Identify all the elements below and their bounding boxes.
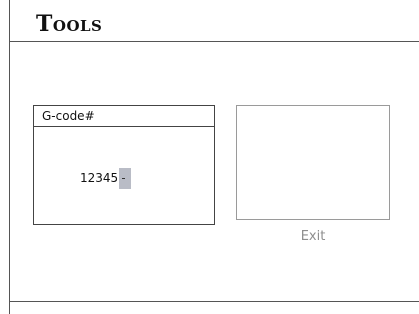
header-bar: Tools [9, 0, 419, 42]
tools-screen: Tools G-code# 12345 Exit [0, 0, 419, 314]
page-title: Tools [36, 11, 103, 37]
gcode-value: 12345 [80, 170, 119, 185]
text-cursor [119, 167, 132, 189]
bottom-divider [9, 301, 419, 302]
gcode-label: G-code# [42, 109, 95, 123]
exit-label[interactable]: Exit [236, 229, 390, 245]
gcode-panel-header: G-code# [34, 106, 214, 127]
left-border-line [9, 0, 10, 314]
cursor-dot-icon [122, 177, 126, 179]
gcode-input[interactable]: 12345 [80, 167, 132, 189]
exit-button[interactable] [236, 105, 390, 220]
gcode-panel[interactable]: G-code# 12345 [33, 105, 215, 225]
